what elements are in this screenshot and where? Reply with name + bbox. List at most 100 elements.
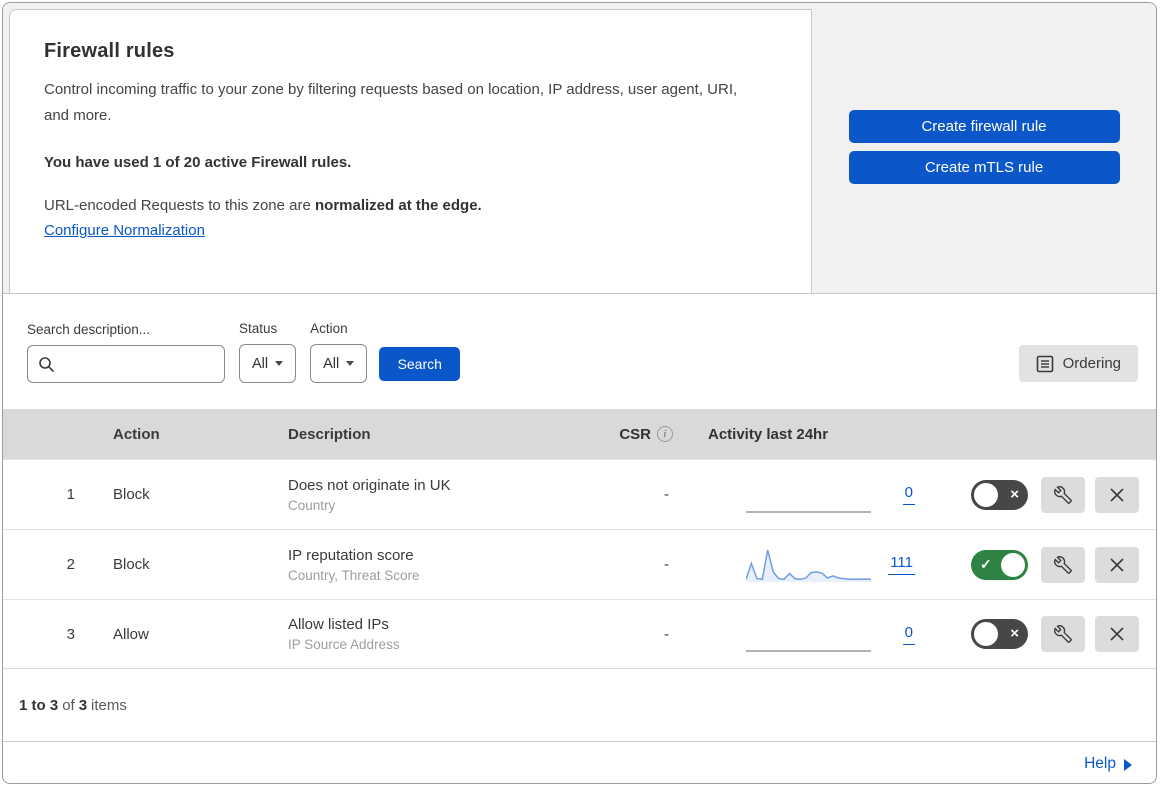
- rule-enabled-toggle[interactable]: × ✓: [971, 549, 1028, 580]
- rule-enabled-toggle[interactable]: × ✓: [971, 619, 1028, 649]
- edit-rule-button[interactable]: [1041, 546, 1085, 583]
- rule-criteria: IP Source Address: [288, 637, 400, 652]
- normalization-note-bold: normalized at the edge.: [315, 196, 482, 214]
- create-mtls-rule-button[interactable]: Create mTLS rule: [848, 151, 1120, 184]
- search-field-wrap: [27, 345, 225, 383]
- rule-csr: -: [664, 625, 669, 643]
- status-select[interactable]: All: [239, 344, 297, 383]
- rule-csr: -: [664, 486, 669, 503]
- hero-card: Firewall rules Control incoming traffic …: [9, 9, 812, 293]
- action-filter-group: Action All: [310, 321, 368, 383]
- ordering-button[interactable]: Ordering: [1018, 345, 1138, 382]
- normalization-note-prefix: URL-encoded Requests to this zone are: [44, 196, 315, 214]
- rule-activity-cell: 111: [683, 545, 933, 585]
- action-select-value: All: [323, 355, 340, 372]
- close-icon: [1110, 487, 1124, 502]
- action-label: Action: [310, 321, 348, 336]
- create-firewall-rule-button[interactable]: Create firewall rule: [848, 110, 1120, 143]
- toggle-off-x-icon: ×: [1010, 625, 1019, 643]
- toggle-on-check-icon: ✓: [980, 555, 992, 572]
- wrench-icon: [1054, 555, 1072, 574]
- delete-rule-button[interactable]: [1095, 616, 1139, 652]
- rule-priority: 2: [66, 556, 75, 573]
- filter-bar: Search description... Status All Action …: [3, 294, 1156, 409]
- activity-sparkline: [746, 549, 871, 582]
- help-link[interactable]: Help: [1084, 755, 1132, 773]
- toggle-off-x-icon: ×: [1010, 485, 1019, 503]
- rule-description: IP reputation score: [288, 546, 414, 564]
- delete-rule-button[interactable]: [1095, 476, 1139, 513]
- help-bar: Help: [3, 742, 1156, 783]
- table-header: Action Description CSR i Activity last 2…: [3, 409, 1156, 459]
- toggle-knob: [974, 622, 998, 646]
- wrench-icon: [1054, 625, 1072, 643]
- page-title: Firewall rules: [44, 40, 175, 62]
- column-csr: CSR i: [593, 426, 683, 443]
- pagination-range: 1 to 3: [19, 696, 59, 714]
- info-icon[interactable]: i: [657, 426, 673, 442]
- rule-description: Allow listed IPs: [288, 616, 389, 633]
- rule-priority: 3: [66, 625, 75, 643]
- rule-action: Block: [113, 556, 150, 573]
- rule-criteria: Country: [288, 497, 336, 513]
- table-row: 2 Block IP reputation score Country, Thr…: [3, 529, 1156, 599]
- rule-controls: × ✓: [933, 616, 1156, 652]
- arrow-right-icon: [1124, 758, 1132, 771]
- activity-count-link[interactable]: 0: [902, 484, 915, 505]
- rule-activity-cell: 0: [683, 614, 933, 654]
- rule-criteria: Country, Threat Score: [288, 567, 420, 583]
- delete-rule-button[interactable]: [1095, 546, 1139, 583]
- hero-actions: Create firewall rule Create mTLS rule: [812, 3, 1156, 293]
- activity-count-link[interactable]: 0: [902, 624, 915, 645]
- action-select[interactable]: All: [310, 344, 368, 383]
- help-link-label: Help: [1084, 755, 1116, 772]
- normalization-note: URL-encoded Requests to this zone are no…: [44, 197, 769, 214]
- chevron-down-icon: [275, 361, 284, 366]
- edit-rule-button[interactable]: [1041, 476, 1085, 513]
- status-filter-group: Status All: [239, 321, 297, 383]
- chevron-down-icon: [346, 361, 355, 366]
- rule-description-cell: Does not originate in UK Country: [268, 477, 593, 513]
- search-input[interactable]: [27, 345, 225, 383]
- page-description: Control incoming traffic to your zone by…: [44, 81, 738, 125]
- close-icon: [1110, 557, 1124, 572]
- edit-rule-button[interactable]: [1041, 616, 1085, 652]
- rule-action: Block: [113, 486, 150, 503]
- toggle-knob: [974, 482, 998, 507]
- pagination-of: of: [62, 696, 75, 714]
- ordering-button-label: Ordering: [1062, 355, 1121, 372]
- configure-normalization-link[interactable]: Configure Normalization: [44, 222, 205, 239]
- usage-summary: You have used 1 of 20 active Firewall ru…: [44, 153, 352, 171]
- activity-count-link[interactable]: 111: [888, 554, 915, 575]
- wrench-icon: [1054, 485, 1072, 504]
- rule-priority: 1: [66, 486, 75, 503]
- search-icon: [39, 357, 54, 372]
- rule-controls: × ✓: [933, 546, 1156, 583]
- column-csr-label: CSR: [619, 425, 651, 443]
- toggle-knob: [1001, 552, 1025, 577]
- column-activity: Activity last 24hr: [708, 425, 829, 443]
- search-label: Search description...: [27, 322, 151, 337]
- hero-section: Firewall rules Control incoming traffic …: [3, 3, 1156, 294]
- table-row: 1 Block Does not originate in UK Country…: [3, 459, 1156, 529]
- rule-activity-cell: 0: [683, 475, 933, 515]
- status-select-value: All: [252, 355, 269, 372]
- rule-description-cell: Allow listed IPs IP Source Address: [268, 616, 593, 652]
- ordering-list-icon: [1036, 355, 1053, 372]
- table-row: 3 Allow Allow listed IPs IP Source Addre…: [3, 599, 1156, 669]
- rule-controls: × ✓: [933, 476, 1156, 513]
- pagination-summary: 1 to 3 of 3 items: [3, 669, 1156, 742]
- firewall-rules-panel: Firewall rules Control incoming traffic …: [2, 2, 1157, 784]
- activity-sparkline: [746, 510, 871, 513]
- rule-action: Allow: [113, 625, 149, 643]
- column-action: Action: [113, 425, 160, 443]
- rule-csr: -: [664, 556, 669, 573]
- close-icon: [1110, 627, 1124, 641]
- column-description: Description: [288, 425, 371, 443]
- search-group: Search description...: [27, 322, 225, 383]
- search-button[interactable]: Search: [379, 347, 461, 381]
- rule-enabled-toggle[interactable]: × ✓: [971, 479, 1028, 510]
- activity-sparkline: [746, 650, 871, 652]
- status-label: Status: [239, 321, 278, 336]
- rule-description-cell: IP reputation score Country, Threat Scor…: [268, 547, 593, 583]
